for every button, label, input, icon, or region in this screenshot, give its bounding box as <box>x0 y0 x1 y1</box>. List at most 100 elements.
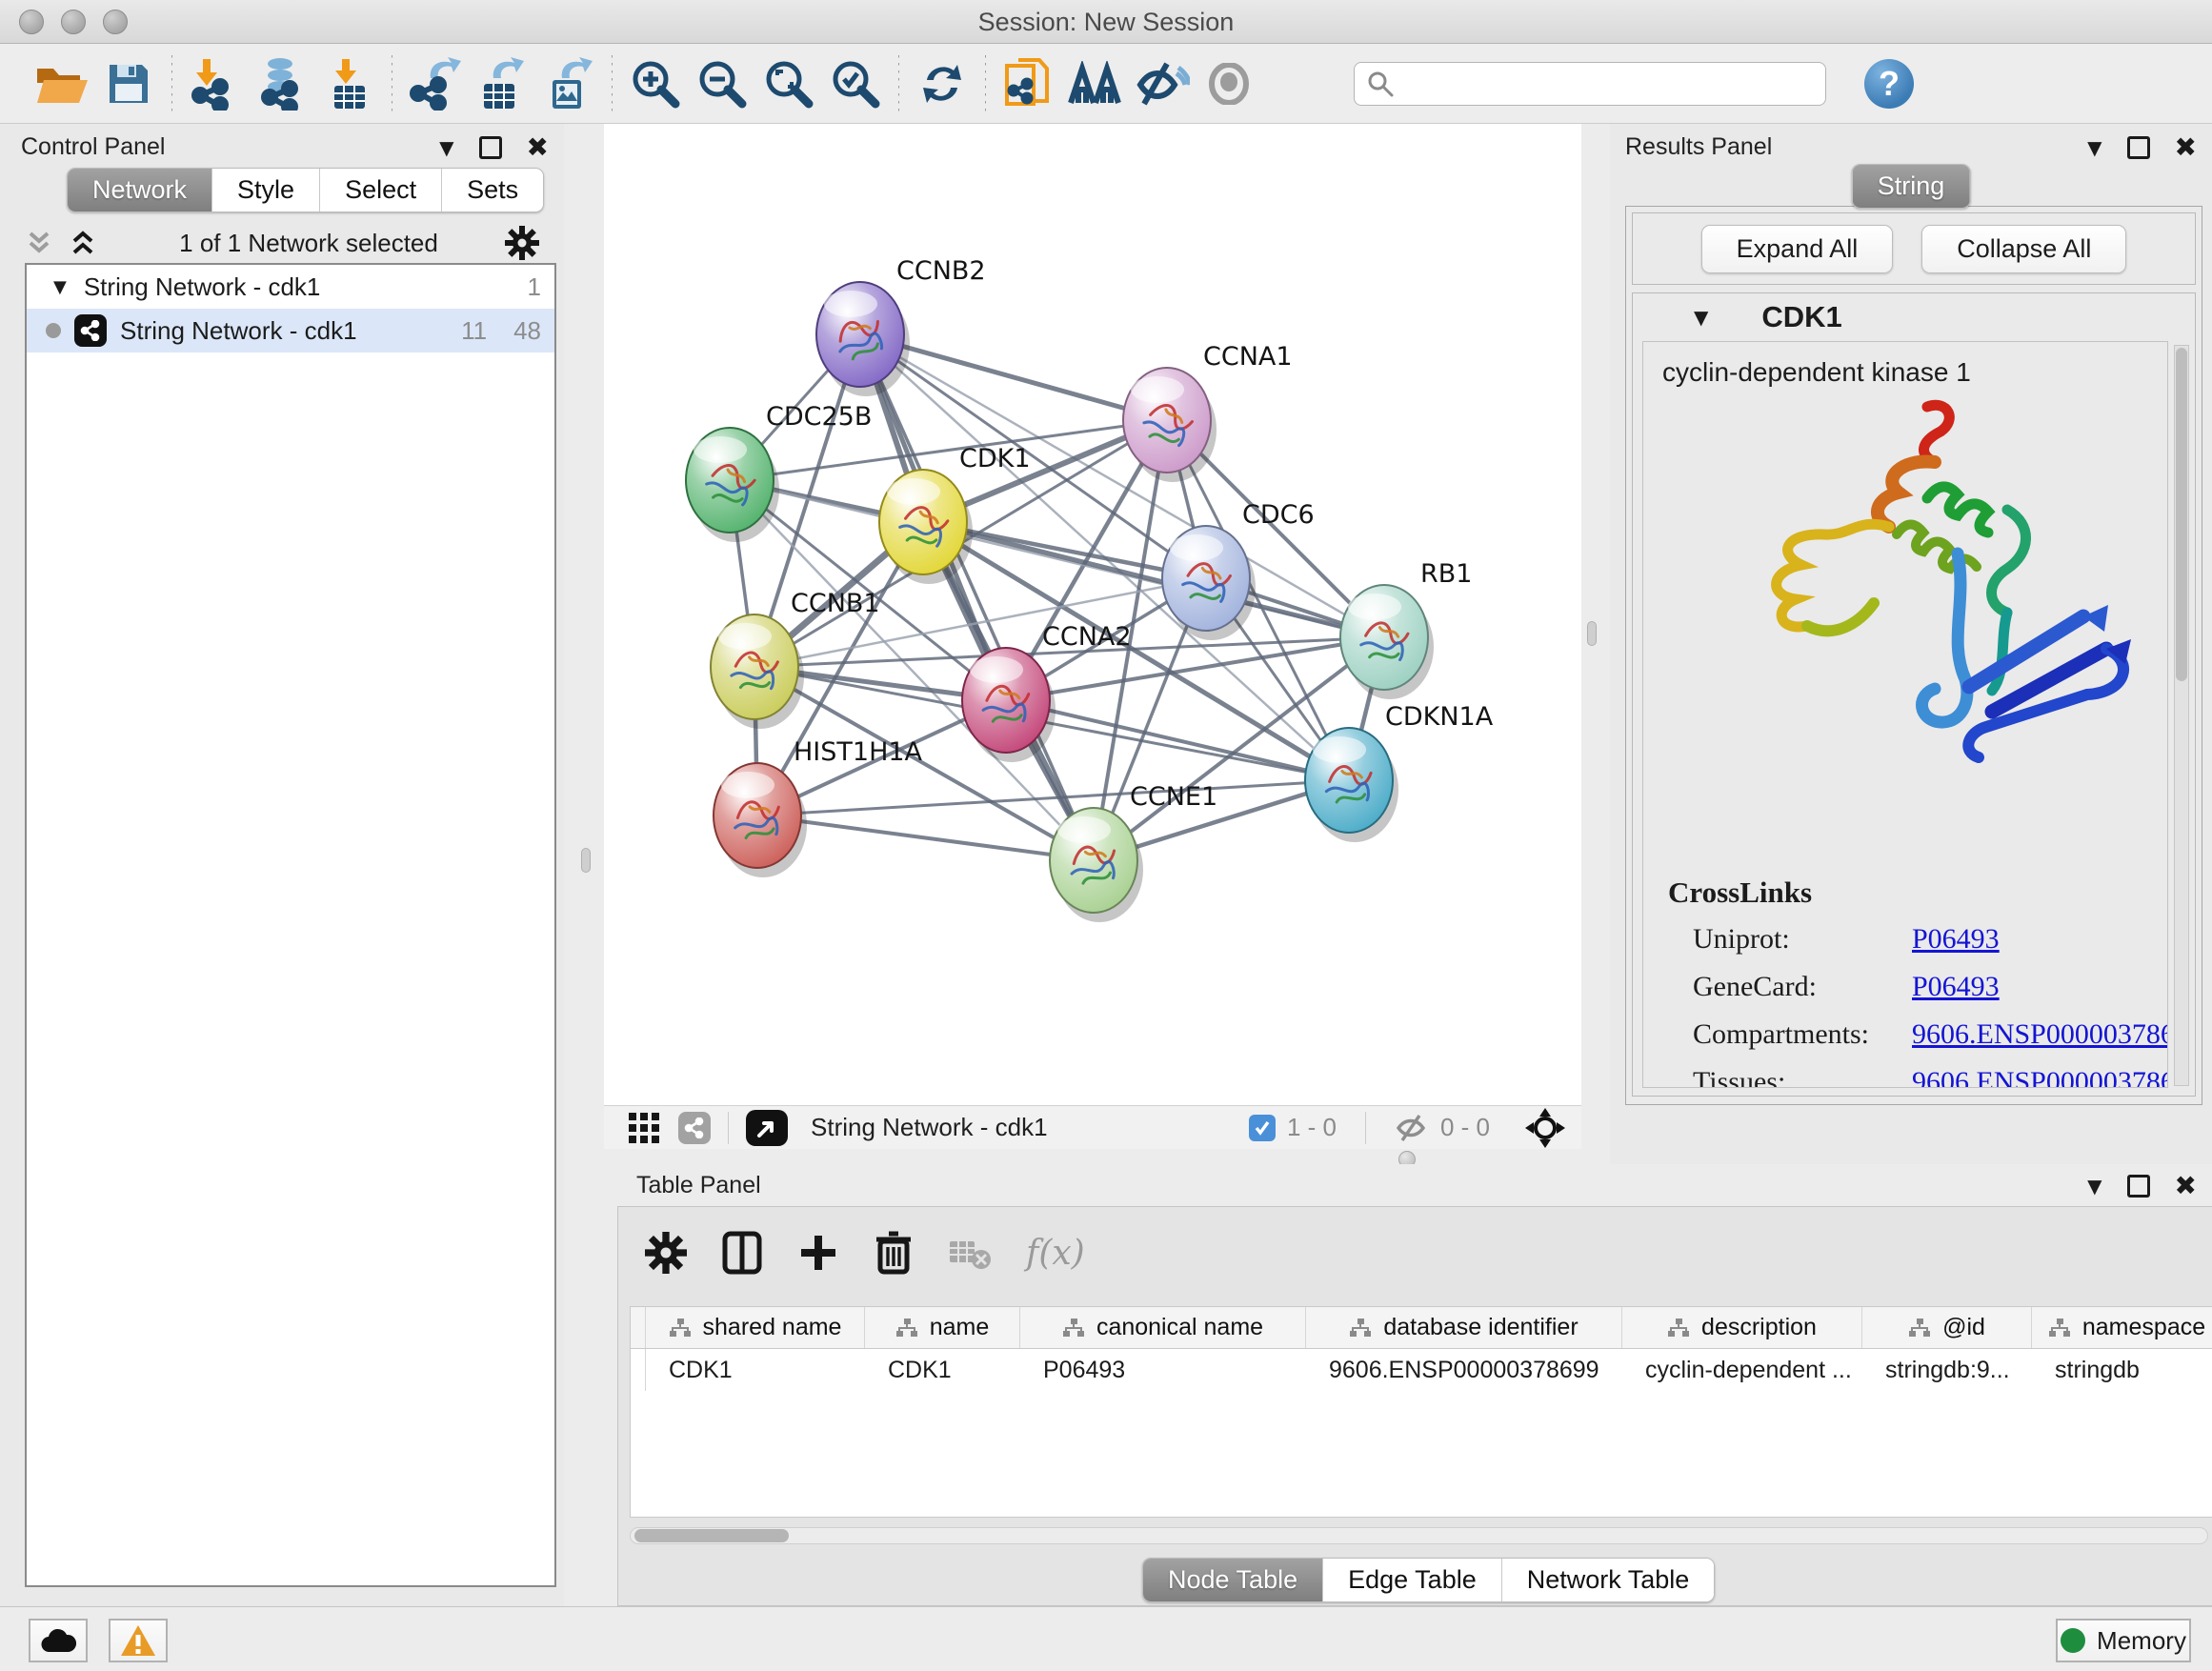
cloud-button[interactable] <box>29 1619 88 1662</box>
column-header-name[interactable]: name <box>865 1307 1020 1348</box>
save-session-button[interactable] <box>95 54 162 113</box>
crosslink-compartmentslink[interactable]: 9606.ENSP00000378699 <box>1912 1018 2168 1051</box>
tab-sets[interactable]: Sets <box>442 169 543 211</box>
float-panel-icon[interactable] <box>479 136 502 159</box>
export-network-button[interactable] <box>402 54 469 113</box>
selected-checkbox-icon[interactable] <box>1249 1115 1276 1141</box>
column-header-description[interactable]: description <box>1622 1307 1862 1348</box>
column-header-canonical-name[interactable]: canonical name <box>1020 1307 1306 1348</box>
tab-network[interactable]: Network <box>68 169 212 211</box>
column-header-id[interactable]: @id <box>1862 1307 2032 1348</box>
hide-unhide-button[interactable] <box>1129 54 1196 113</box>
delete-column-icon[interactable] <box>874 1230 914 1276</box>
import-network-button[interactable] <box>182 54 249 113</box>
table-cell[interactable]: CDK1 <box>646 1349 865 1391</box>
tab-style[interactable]: Style <box>212 169 320 211</box>
table-row[interactable]: CDK1CDK1P064939606.ENSP00000378699cyclin… <box>631 1349 2212 1391</box>
close-panel-icon[interactable]: ✖ <box>527 131 549 163</box>
network-node-hist1h1a[interactable] <box>714 763 807 877</box>
network-edge[interactable] <box>1006 700 1349 780</box>
help-button[interactable]: ? <box>1864 59 1914 109</box>
crosslink-tissueslink[interactable]: 9606.ENSP00000378699 <box>1912 1066 2168 1088</box>
expand-all-button[interactable]: Expand All <box>1701 225 1894 273</box>
network-row[interactable]: String Network - cdk1 11 48 <box>27 309 554 352</box>
gene-collapse-icon[interactable]: ▼ <box>1694 306 1708 329</box>
network-edge[interactable] <box>757 815 1094 860</box>
network-node-rb1[interactable] <box>1340 585 1434 699</box>
show-columns-icon[interactable] <box>721 1230 763 1276</box>
gene-section-header[interactable]: ▼ CDK1 <box>1633 293 2195 341</box>
float-panel-icon[interactable] <box>2127 1175 2150 1198</box>
search-input[interactable] <box>1395 70 1804 97</box>
table-cell[interactable]: P06493 <box>1020 1349 1306 1391</box>
network-graph[interactable]: CCNB2CCNA1CDC25BCDK1CDC6RB1CCNB1CCNA2CDK… <box>604 124 1581 1105</box>
search-field[interactable] <box>1354 62 1826 106</box>
crosslink-uniprotlink[interactable]: P06493 <box>1912 923 2000 956</box>
zoom-out-button[interactable] <box>689 54 755 113</box>
column-header-namespace[interactable]: namespace <box>2032 1307 2212 1348</box>
close-panel-icon[interactable]: ✖ <box>2175 1170 2197 1201</box>
column-header-database-identifier[interactable]: database identifier <box>1306 1307 1622 1348</box>
crosslink-genecardlink[interactable]: P06493 <box>1912 971 2000 1003</box>
tab-node-table[interactable]: Node Table <box>1143 1559 1323 1601</box>
node-table[interactable]: shared name name canonical name database… <box>630 1306 2212 1518</box>
export-table-button[interactable] <box>469 54 535 113</box>
export-image-button[interactable] <box>535 54 602 113</box>
network-node-cdc25b[interactable] <box>686 428 779 542</box>
network-node-ccna2[interactable] <box>962 648 1056 762</box>
network-node-ccna1[interactable] <box>1123 368 1217 482</box>
network-edge[interactable] <box>860 334 1094 860</box>
network-node-ccne1[interactable] <box>1050 808 1143 922</box>
open-session-button[interactable] <box>29 54 95 113</box>
table-cell[interactable]: 9606.ENSP00000378699 <box>1306 1349 1622 1391</box>
detach-view-button[interactable] <box>746 1110 788 1146</box>
table-cell[interactable]: cyclin-dependent ... <box>1622 1349 1862 1391</box>
add-column-icon[interactable] <box>797 1232 839 1274</box>
table-cell[interactable]: stringdb <box>2032 1349 2212 1391</box>
collapse-all-button[interactable]: Collapse All <box>1921 225 2126 273</box>
clone-network-button[interactable] <box>995 54 1062 113</box>
collapse-all-networks-icon[interactable] <box>25 230 53 256</box>
memory-button[interactable]: Memory <box>2056 1619 2191 1662</box>
table-cell[interactable]: stringdb:9... <box>1862 1349 2032 1391</box>
collapse-panel-icon[interactable]: ▼ <box>2087 136 2101 159</box>
right-splitter-handle[interactable] <box>1587 621 1597 646</box>
network-node-cdk1[interactable] <box>879 470 973 584</box>
warnings-button[interactable] <box>109 1619 168 1662</box>
zoom-in-button[interactable] <box>622 54 689 113</box>
network-view-canvas[interactable]: CCNB2CCNA1CDC25BCDK1CDC6RB1CCNB1CCNA2CDK… <box>604 124 1581 1105</box>
table-cell[interactable]: CDK1 <box>865 1349 1020 1391</box>
table-horizontal-scrollbar[interactable] <box>630 1527 2208 1544</box>
grid-view-icon[interactable] <box>627 1111 661 1145</box>
tab-select[interactable]: Select <box>320 169 442 211</box>
network-node-cdkn1a[interactable] <box>1305 728 1398 842</box>
results-scrollbar[interactable] <box>2174 345 2189 1086</box>
network-node-ccnb1[interactable] <box>711 614 804 729</box>
tab-edge-table[interactable]: Edge Table <box>1323 1559 1502 1601</box>
network-view-mode-icon[interactable] <box>678 1112 711 1144</box>
float-panel-icon[interactable] <box>2127 136 2150 159</box>
collapse-panel-icon[interactable]: ▼ <box>2087 1175 2101 1198</box>
left-splitter-handle[interactable] <box>581 848 591 873</box>
import-table-button[interactable] <box>315 54 382 113</box>
close-panel-icon[interactable]: ✖ <box>2175 131 2197 163</box>
network-node-ccnb2[interactable] <box>816 282 910 396</box>
scrollbar-thumb[interactable] <box>634 1529 789 1542</box>
zoom-fit-button[interactable] <box>755 54 822 113</box>
tab-string[interactable]: String <box>1853 165 1970 208</box>
column-header-shared-name[interactable]: shared name <box>646 1307 865 1348</box>
show-graphics-details-button[interactable] <box>1196 54 1262 113</box>
network-collection-row[interactable]: ▼ String Network - cdk1 1 <box>27 265 554 309</box>
birds-eye-toggle-icon[interactable] <box>1524 1107 1566 1149</box>
network-options-gear-icon[interactable] <box>505 226 539 260</box>
tree-expand-icon[interactable]: ▼ <box>53 277 67 297</box>
import-network-from-database-button[interactable] <box>249 54 315 113</box>
table-options-gear-icon[interactable] <box>645 1232 687 1274</box>
zoom-selected-button[interactable] <box>822 54 889 113</box>
tab-network-table[interactable]: Network Table <box>1502 1559 1715 1601</box>
network-overview-button[interactable] <box>1062 54 1129 113</box>
apply-layout-button[interactable] <box>909 54 975 113</box>
scrollbar-thumb[interactable] <box>2176 348 2187 681</box>
expand-all-networks-icon[interactable] <box>69 230 97 256</box>
collapse-panel-icon[interactable]: ▼ <box>439 136 453 159</box>
